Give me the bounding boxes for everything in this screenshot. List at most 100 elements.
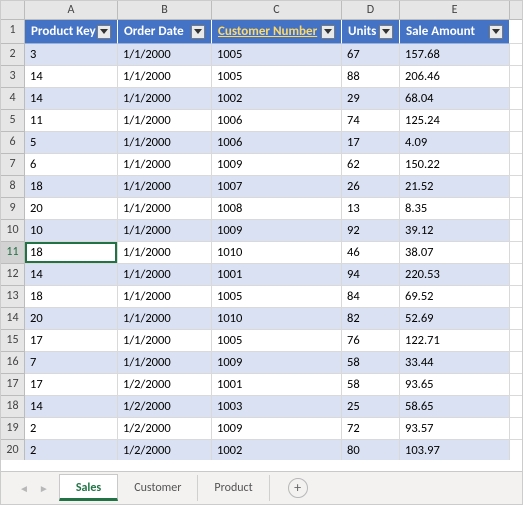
row-header-4[interactable]: 4 [1,88,25,110]
table-cell[interactable]: 38.07 [400,242,510,264]
row-header-8[interactable]: 8 [1,176,25,198]
table-cell[interactable]: 1/2/2000 [118,396,212,418]
sale-amount-header[interactable]: Sale Amount [400,20,510,44]
table-cell[interactable]: 1/1/2000 [118,330,212,352]
table-cell[interactable]: 72 [342,418,400,440]
order-date-header[interactable]: Order Date [118,20,212,44]
table-cell[interactable]: 11 [25,110,118,132]
table-cell[interactable]: 18 [25,176,118,198]
column-header-b[interactable]: B [118,1,212,20]
table-cell[interactable]: 92 [342,220,400,242]
tab-nav-prev-icon[interactable]: ◄ [19,482,29,495]
table-cell[interactable]: 14 [25,396,118,418]
table-cell[interactable]: 1008 [212,198,342,220]
column-header-e[interactable]: E [400,1,510,20]
table-cell[interactable]: 1010 [212,242,342,264]
table-cell[interactable]: 8.35 [400,198,510,220]
table-cell[interactable]: 93.65 [400,374,510,396]
table-cell[interactable]: 1007 [212,176,342,198]
table-cell[interactable]: 20 [25,308,118,330]
table-cell[interactable]: 1009 [212,220,342,242]
table-cell[interactable]: 69.52 [400,286,510,308]
column-header-c[interactable]: C [212,1,342,20]
table-cell[interactable]: 157.68 [400,44,510,66]
table-cell[interactable]: 1/2/2000 [118,374,212,396]
table-cell[interactable]: 1009 [212,418,342,440]
table-cell[interactable]: 150.22 [400,154,510,176]
table-cell[interactable]: 122.71 [400,330,510,352]
table-cell[interactable]: 26 [342,176,400,198]
table-cell[interactable]: 17 [25,374,118,396]
table-cell[interactable]: 1002 [212,440,342,460]
table-cell[interactable]: 76 [342,330,400,352]
table-cell[interactable]: 6 [25,154,118,176]
table-cell[interactable]: 82 [342,308,400,330]
column-header-a[interactable]: A [25,1,118,20]
product-key-header[interactable]: Product Key [25,20,118,44]
units-header-filter-button[interactable] [379,25,393,39]
table-cell[interactable]: 58 [342,352,400,374]
table-cell[interactable]: 1/1/2000 [118,66,212,88]
table-cell[interactable]: 5 [25,132,118,154]
table-cell[interactable]: 1/1/2000 [118,88,212,110]
customer-number-header[interactable]: Customer Number [212,20,342,44]
table-cell[interactable]: 3 [25,44,118,66]
table-cell[interactable]: 4.09 [400,132,510,154]
row-header-11[interactable]: 11 [1,242,25,264]
table-cell[interactable]: 1009 [212,352,342,374]
table-cell[interactable]: 2 [25,418,118,440]
table-cell[interactable]: 1/1/2000 [118,352,212,374]
table-cell[interactable]: 1/1/2000 [118,264,212,286]
table-cell[interactable]: 58.65 [400,396,510,418]
row-header-9[interactable]: 9 [1,198,25,220]
table-cell[interactable]: 10 [25,220,118,242]
table-cell[interactable]: 220.53 [400,264,510,286]
row-header-17[interactable]: 17 [1,374,25,396]
table-cell[interactable]: 18 [25,242,118,264]
table-cell[interactable]: 14 [25,264,118,286]
row-header-19[interactable]: 19 [1,418,25,440]
table-cell[interactable]: 1001 [212,264,342,286]
table-cell[interactable]: 67 [342,44,400,66]
table-cell[interactable]: 14 [25,66,118,88]
row-header-6[interactable]: 6 [1,132,25,154]
table-cell[interactable]: 18 [25,286,118,308]
table-cell[interactable]: 1/2/2000 [118,440,212,460]
table-cell[interactable]: 7 [25,352,118,374]
table-cell[interactable]: 94 [342,264,400,286]
table-cell[interactable]: 39.12 [400,220,510,242]
table-cell[interactable]: 1001 [212,374,342,396]
row-header-15[interactable]: 15 [1,330,25,352]
table-cell[interactable]: 58 [342,374,400,396]
table-cell[interactable]: 17 [25,330,118,352]
table-cell[interactable]: 84 [342,286,400,308]
row-header-5[interactable]: 5 [1,110,25,132]
table-cell[interactable]: 33.44 [400,352,510,374]
units-header[interactable]: Units [342,20,400,44]
select-all-corner[interactable] [1,1,25,20]
table-cell[interactable]: 1010 [212,308,342,330]
table-cell[interactable]: 88 [342,66,400,88]
table-cell[interactable]: 1/1/2000 [118,154,212,176]
table-cell[interactable]: 103.97 [400,440,510,460]
table-cell[interactable]: 1/1/2000 [118,220,212,242]
table-cell[interactable]: 17 [342,132,400,154]
row-header-1[interactable]: 1 [1,20,25,44]
table-cell[interactable]: 1/1/2000 [118,44,212,66]
table-cell[interactable]: 68.04 [400,88,510,110]
table-cell[interactable]: 29 [342,88,400,110]
sheet-tab-customer[interactable]: Customer [118,475,198,501]
table-cell[interactable]: 1/2/2000 [118,418,212,440]
table-cell[interactable]: 206.46 [400,66,510,88]
row-header-10[interactable]: 10 [1,220,25,242]
row-header-2[interactable]: 2 [1,44,25,66]
table-cell[interactable]: 74 [342,110,400,132]
product-key-header-filter-button[interactable] [97,25,111,39]
table-cell[interactable]: 125.24 [400,110,510,132]
table-cell[interactable]: 1/1/2000 [118,286,212,308]
row-header-12[interactable]: 12 [1,264,25,286]
table-cell[interactable]: 1/1/2000 [118,308,212,330]
table-cell[interactable]: 52.69 [400,308,510,330]
row-header-18[interactable]: 18 [1,396,25,418]
table-cell[interactable]: 46 [342,242,400,264]
